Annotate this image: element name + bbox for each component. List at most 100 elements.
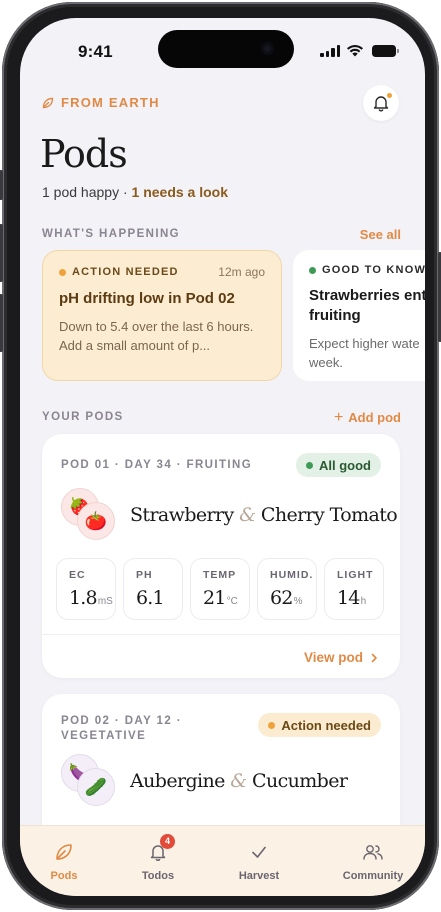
brand-label: FROM EARTH <box>61 95 160 110</box>
camera-icon <box>261 42 274 55</box>
check-icon <box>252 846 266 858</box>
info-headline-line2: fruiting <box>309 307 361 324</box>
plant-a: Aubergine <box>130 770 225 792</box>
activity-card-info[interactable]: GOOD TO KNOW Strawberries ent fruiting E… <box>293 250 425 381</box>
page-title: Pods <box>40 132 128 176</box>
status-dot <box>306 461 313 469</box>
metric-ec: EC 1.8mS <box>56 558 116 620</box>
see-all-link[interactable]: See all <box>360 227 401 242</box>
add-pod-label: Add pod <box>348 410 401 425</box>
tab-label: Community <box>342 870 404 882</box>
pods-summary: 1 pod happy · 1 needs a look <box>42 184 228 200</box>
tab-label: Todos <box>141 870 175 882</box>
pod-card-01[interactable]: POD 01 · DAY 34 · FRUITING All good 🍓 🍅 … <box>42 434 400 678</box>
metric-value: 21 <box>203 587 226 609</box>
wifi-icon <box>347 44 363 57</box>
leaf-icon <box>56 844 72 860</box>
pod-meta: POD 01 · DAY 34 · FRUITING <box>61 459 253 471</box>
pod-meta: POD 02 · DAY 12 · VEGETATIVE <box>61 714 182 744</box>
plant-a: Strawberry <box>130 504 234 526</box>
view-pod-label: View pod <box>303 650 363 665</box>
volume-up-button <box>0 224 3 282</box>
chevron-right-icon <box>371 653 377 662</box>
info-body-line1: Expect higher wate <box>309 336 420 351</box>
plus-icon: + <box>333 409 344 426</box>
metric-temp: TEMP 21°C <box>190 558 250 620</box>
activity-card-alert[interactable]: ACTION NEEDED 12m ago pH drifting low in… <box>42 250 282 381</box>
plant-icons: 🍆 🥒 <box>61 754 121 810</box>
metric-humidity: HUMID. 62% <box>257 558 317 620</box>
status-time: 9:41 <box>78 42 113 61</box>
metric-unit: mS <box>97 596 113 607</box>
people-icon <box>363 845 383 860</box>
metric-value: 14 <box>337 587 360 609</box>
metric-unit: h <box>360 596 367 607</box>
divider <box>42 634 400 635</box>
status-dot <box>268 721 276 729</box>
metric-unit: % <box>293 596 303 607</box>
pods-section-label: YOUR PODS <box>42 411 124 423</box>
metric-label: PH <box>136 569 153 581</box>
tab-pods[interactable]: Pods <box>24 840 104 882</box>
metric-label: LIGHT <box>337 569 374 581</box>
status-bar: 9:41 <box>20 18 425 74</box>
tab-label: Harvest <box>238 870 280 882</box>
summary-needs-look[interactable]: 1 needs a look <box>132 184 228 200</box>
add-pod-button[interactable]: + Add pod <box>334 409 401 427</box>
notifications-button[interactable] <box>363 85 399 121</box>
metric-value: 1.8 <box>69 587 98 609</box>
metric-unit: °C <box>226 596 238 607</box>
app-screen: 9:41 FROM EARTH Pods 1 pod happy · 1 nee… <box>20 18 425 896</box>
phone-frame: 9:41 FROM EARTH Pods 1 pod happy · 1 nee… <box>0 2 441 910</box>
todos-count-badge: 4 <box>160 834 175 849</box>
metric-value: 62 <box>270 587 293 609</box>
alert-headline: pH drifting low in Pod 02 <box>59 290 235 307</box>
metric-label: TEMP <box>203 569 237 581</box>
alert-time: 12m ago <box>218 265 265 279</box>
alert-tag: ACTION NEEDED <box>72 266 179 278</box>
summary-happy: 1 pod happy · <box>42 184 132 200</box>
metric-label: HUMID. <box>270 569 314 581</box>
signal-icon <box>320 45 340 57</box>
status-badge: Action needed <box>258 713 381 737</box>
tab-community[interactable]: Community <box>333 840 413 882</box>
pod-metrics: EC 1.8mS PH 6.1 TEMP 21°C HUMID. 62% LIG… <box>56 558 384 620</box>
plant-name: Strawberry & Cherry Tomato <box>130 504 398 526</box>
mute-switch <box>0 170 3 200</box>
leaf-icon <box>42 97 54 108</box>
metric-value: 6.1 <box>136 587 165 609</box>
volume-down-button <box>0 294 3 352</box>
view-pod-link[interactable]: View pod <box>304 650 378 665</box>
tab-todos[interactable]: 4 Todos <box>118 834 198 882</box>
info-headline-line1: Strawberries ent <box>309 287 425 304</box>
alert-body: Down to 5.4 over the last 6 hours. Add a… <box>59 319 254 353</box>
notification-dot <box>386 92 393 99</box>
plant-b: Cucumber <box>252 770 348 792</box>
plant-ampersand: & <box>230 770 247 792</box>
plant-name: Aubergine & Cucumber <box>130 770 348 792</box>
tab-bar: Pods 4 Todos Harvest Community <box>20 825 425 896</box>
tab-harvest[interactable]: Harvest <box>219 840 299 882</box>
tomato-icon: 🍅 <box>77 502 115 540</box>
metric-label: EC <box>69 569 86 581</box>
status-badge-label: Action needed <box>281 717 371 733</box>
battery-icon <box>372 45 399 57</box>
plant-ampersand: & <box>239 504 256 526</box>
plant-b: Cherry Tomato <box>260 504 398 526</box>
plant-icons: 🍓 🍅 <box>61 488 121 544</box>
info-status-dot <box>309 266 316 274</box>
cucumber-icon: 🥒 <box>77 768 115 806</box>
info-tag: GOOD TO KNOW <box>322 264 425 276</box>
pod-meta-line2: VEGETATIVE <box>61 730 147 742</box>
status-badge: All good <box>296 453 381 477</box>
info-body-line2: week. <box>309 355 343 370</box>
dynamic-island <box>158 30 294 68</box>
brand: FROM EARTH <box>42 95 160 110</box>
metric-ph: PH 6.1 <box>123 558 183 620</box>
tab-label: Pods <box>50 870 78 882</box>
pod-meta-line1: POD 02 · DAY 12 · <box>61 715 182 727</box>
status-badge-label: All good <box>319 457 371 473</box>
alert-status-dot <box>59 268 66 276</box>
metric-light: LIGHT 14h <box>324 558 384 620</box>
happening-section-label: WHAT'S HAPPENING <box>42 228 181 240</box>
